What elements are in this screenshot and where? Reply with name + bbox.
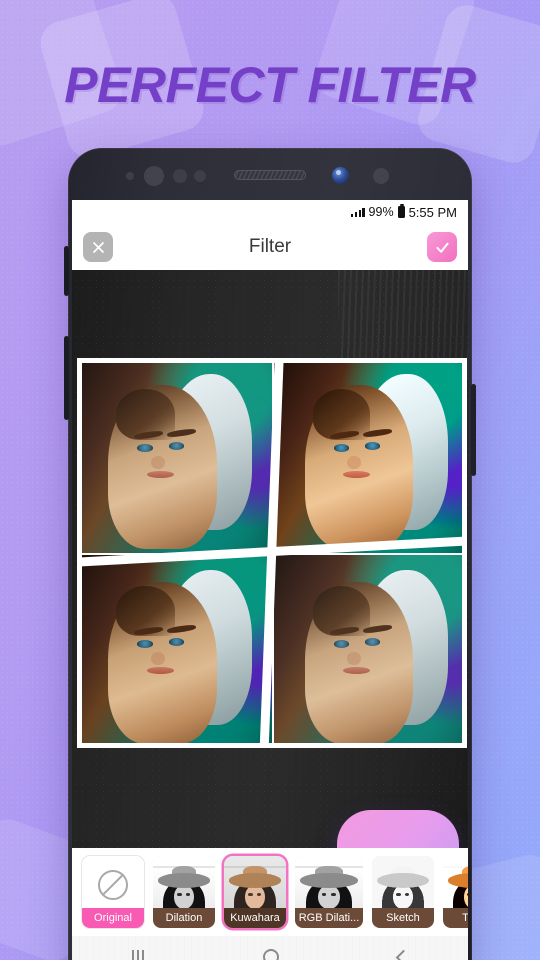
preview-quadrant-top-left[interactable] — [77, 358, 272, 553]
volume-down-button[interactable] — [64, 336, 69, 420]
sensor-icon — [144, 166, 164, 186]
filter-preview-collage[interactable] — [77, 358, 467, 748]
front-camera-highlight — [336, 170, 341, 175]
filter-list[interactable]: Original Dilation Kuwahara RGB Dilati...… — [72, 848, 468, 936]
recents-icon[interactable] — [131, 949, 144, 960]
close-icon — [92, 241, 104, 253]
filter-label: Original — [82, 908, 144, 928]
android-nav-bar — [72, 936, 468, 960]
preview-quadrant-bottom-right[interactable] — [274, 555, 467, 748]
promo-headline: PERFECT FILTER — [64, 57, 476, 113]
front-camera-icon — [332, 167, 349, 184]
app-header: Filter — [72, 224, 468, 270]
sensor-icon — [373, 168, 389, 184]
filter-label: Dilation — [153, 908, 215, 928]
preview-quadrant-top-right[interactable] — [274, 358, 467, 553]
sensor-icon — [194, 170, 206, 182]
phone-top-bezel — [68, 148, 472, 200]
filter-item-original[interactable]: Original — [82, 856, 144, 928]
check-icon — [435, 242, 449, 253]
signal-bars-icon — [351, 207, 365, 217]
page-title: Filter — [248, 236, 292, 257]
preview-quadrant-bottom-left[interactable] — [77, 555, 272, 748]
portrait-image — [77, 358, 272, 553]
filter-label: Sketch — [372, 908, 434, 928]
earpiece-speaker-icon — [234, 170, 306, 180]
battery-percent: 99% — [368, 205, 394, 219]
filter-item-dilation[interactable]: Dilation — [153, 856, 215, 928]
filter-label: Kuwahara — [224, 908, 286, 928]
filter-item-kuwahara[interactable]: Kuwahara — [224, 856, 286, 928]
status-clock: 5:55 PM — [408, 204, 457, 220]
filter-label: Toon — [443, 908, 468, 928]
status-bar: 99% 5:55 PM — [72, 200, 468, 224]
filter-item-rgb-dilation[interactable]: RGB Dilati... — [295, 856, 363, 928]
portrait-image — [274, 555, 467, 748]
power-button[interactable] — [471, 384, 476, 476]
phone-mockup: 99% 5:55 PM Filter Original Dilation Kuw… — [64, 148, 476, 960]
phone-screen: 99% 5:55 PM Filter Original Dilation Kuw… — [72, 200, 468, 960]
battery-full-icon — [397, 204, 405, 218]
close-button[interactable] — [83, 232, 113, 262]
filter-label: RGB Dilati... — [295, 908, 363, 928]
portrait-image — [77, 555, 272, 748]
sensor-icon — [173, 169, 187, 183]
portrait-image — [274, 358, 467, 553]
apply-button[interactable] — [427, 232, 457, 262]
filter-item-sketch[interactable]: Sketch — [372, 856, 434, 928]
filter-item-toon[interactable]: Toon — [443, 856, 468, 928]
volume-up-button[interactable] — [64, 246, 69, 296]
preview-canvas[interactable] — [72, 270, 468, 890]
home-icon[interactable] — [262, 949, 279, 960]
no-filter-icon — [98, 869, 128, 900]
sensor-icon — [126, 172, 134, 180]
